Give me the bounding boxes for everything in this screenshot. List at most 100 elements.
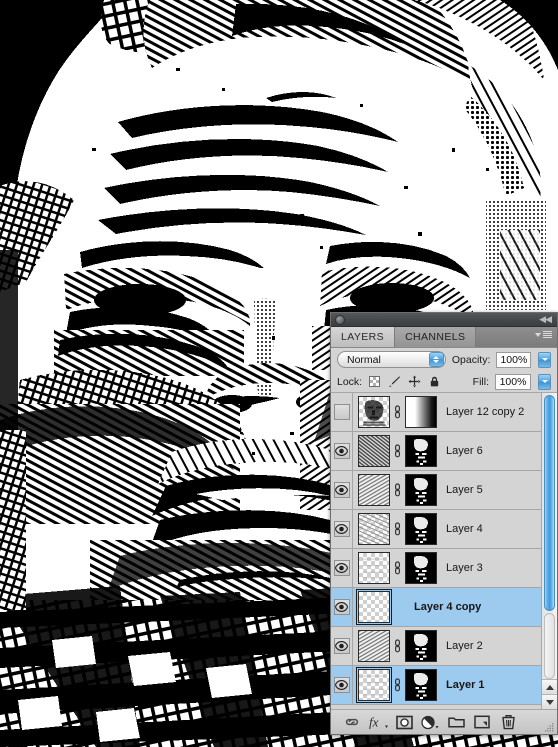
- layer-row[interactable]: Layer 6: [331, 431, 541, 471]
- layer-mask-link-icon[interactable]: [390, 444, 405, 458]
- layer-name[interactable]: Layer 4 copy: [405, 601, 541, 613]
- layer-mask-link-icon[interactable]: [390, 561, 405, 575]
- lock-all-icon[interactable]: [428, 375, 441, 388]
- layer-thumbnail-cell[interactable]: [353, 667, 392, 703]
- layer-list[interactable]: Layer 12 copy 2 Layer 6 Layer 5 Layer 4 Laye…: [331, 393, 557, 710]
- layer-mask-cell[interactable]: [405, 552, 437, 584]
- panel-resize-grip[interactable]: [545, 723, 554, 732]
- layer-thumbnail[interactable]: [358, 630, 390, 662]
- eye-icon[interactable]: [333, 404, 350, 420]
- layer-thumbnail[interactable]: [358, 435, 390, 467]
- eye-icon[interactable]: [333, 638, 350, 654]
- eye-icon[interactable]: [333, 482, 350, 498]
- layer-row[interactable]: Layer 4 copy: [331, 587, 541, 627]
- layer-visibility-toggle[interactable]: [331, 393, 353, 432]
- lock-buttons-group[interactable]: [368, 375, 441, 388]
- layer-thumbnail-cell[interactable]: [353, 435, 390, 467]
- layer-thumbnail-cell[interactable]: [353, 589, 392, 625]
- layer-name[interactable]: Layer 2: [437, 640, 541, 652]
- layer-mask-link-icon[interactable]: [390, 522, 405, 536]
- layer-row[interactable]: Layer 1: [331, 665, 541, 705]
- layer-mask-cell[interactable]: [405, 474, 437, 506]
- layer-thumbnail-cell[interactable]: [353, 396, 390, 428]
- collapse-chevrons-icon[interactable]: ◀◀: [539, 315, 552, 324]
- layer-row[interactable]: Layer 5: [331, 470, 541, 510]
- layer-row[interactable]: Layer 3: [331, 548, 541, 588]
- layers-panel[interactable]: ◀◀ LAYERS CHANNELS Normal Opacity: 100%: [330, 312, 558, 735]
- scroll-down-button[interactable]: [542, 694, 557, 709]
- layer-thumbnail[interactable]: [358, 396, 390, 428]
- eye-icon[interactable]: [333, 521, 350, 537]
- layer-mask-thumbnail[interactable]: [405, 513, 437, 545]
- eye-icon[interactable]: [333, 443, 350, 459]
- blend-mode-stepper-icon[interactable]: [428, 352, 444, 367]
- scrollbar-arrows[interactable]: [542, 679, 557, 709]
- layer-mask-cell[interactable]: [405, 435, 437, 467]
- layer-thumbnail-cell[interactable]: [353, 552, 390, 584]
- layer-mask-cell[interactable]: [405, 513, 437, 545]
- new-group-button[interactable]: [443, 711, 469, 733]
- layer-thumbnail[interactable]: [358, 474, 390, 506]
- layer-mask-link-icon[interactable]: [390, 678, 405, 692]
- delete-layer-button[interactable]: [495, 711, 521, 733]
- layers-panel-footer[interactable]: fx: [331, 710, 557, 734]
- layer-mask-link-icon[interactable]: [390, 639, 405, 653]
- link-layers-button[interactable]: [339, 711, 365, 733]
- panel-dot-icon[interactable]: [335, 315, 345, 325]
- layer-style-button[interactable]: fx: [365, 711, 391, 733]
- tab-channels[interactable]: CHANNELS: [395, 327, 477, 347]
- eye-icon[interactable]: [333, 677, 350, 693]
- scrollbar-thumb[interactable]: [544, 395, 555, 611]
- blend-mode-row[interactable]: Normal Opacity: 100%: [331, 348, 557, 371]
- layer-name[interactable]: Layer 3: [437, 562, 541, 574]
- layer-thumbnail-cell[interactable]: [353, 630, 390, 662]
- layer-visibility-toggle[interactable]: [331, 587, 353, 627]
- scroll-up-button[interactable]: [542, 679, 557, 694]
- lock-row[interactable]: Lock: Fill: 100%: [331, 371, 557, 393]
- layer-mask-thumbnail[interactable]: [405, 669, 437, 701]
- layer-visibility-toggle[interactable]: [331, 665, 353, 705]
- layer-mask-thumbnail[interactable]: [405, 630, 437, 662]
- fill-input[interactable]: 100%: [495, 373, 531, 390]
- panel-tab-strip[interactable]: LAYERS CHANNELS: [331, 327, 557, 348]
- layer-row[interactable]: Layer 12 copy 2: [331, 393, 541, 432]
- layer-thumbnail-cell[interactable]: [353, 513, 390, 545]
- layer-mask-cell[interactable]: [405, 630, 437, 662]
- layer-name[interactable]: Layer 5: [437, 484, 541, 496]
- eye-icon[interactable]: [333, 560, 350, 576]
- layer-mask-link-icon[interactable]: [390, 483, 405, 497]
- lock-position-icon[interactable]: [408, 375, 421, 388]
- new-adjustment-layer-button[interactable]: [417, 711, 443, 733]
- layer-mask-thumbnail[interactable]: [405, 474, 437, 506]
- opacity-dropdown-icon[interactable]: [538, 351, 551, 368]
- layer-name[interactable]: Layer 4: [437, 523, 541, 535]
- layer-thumbnail-cell[interactable]: [353, 474, 390, 506]
- layer-visibility-toggle[interactable]: [331, 626, 353, 666]
- layer-visibility-toggle[interactable]: [331, 431, 353, 471]
- layer-visibility-toggle[interactable]: [331, 548, 353, 588]
- panel-titlebar[interactable]: ◀◀: [331, 313, 557, 327]
- layer-visibility-toggle[interactable]: [331, 509, 353, 549]
- layer-mask-thumbnail[interactable]: [405, 435, 437, 467]
- layer-row[interactable]: Layer 4: [331, 509, 541, 549]
- layer-mask-thumbnail[interactable]: [405, 396, 437, 428]
- add-layer-mask-button[interactable]: [391, 711, 417, 733]
- layer-name[interactable]: Layer 12 copy 2: [437, 406, 541, 418]
- layer-thumbnail[interactable]: [356, 667, 392, 703]
- scrollbar-track[interactable]: [544, 613, 555, 679]
- layer-visibility-toggle[interactable]: [331, 470, 353, 510]
- layer-mask-cell[interactable]: [405, 396, 437, 428]
- layer-name[interactable]: Layer 6: [437, 445, 541, 457]
- opacity-input[interactable]: 100%: [496, 351, 532, 368]
- blend-mode-select[interactable]: Normal: [337, 351, 446, 368]
- layer-thumbnail[interactable]: [358, 513, 390, 545]
- tab-layers[interactable]: LAYERS: [331, 327, 396, 347]
- lock-image-pixels-icon[interactable]: [388, 375, 401, 388]
- fill-dropdown-icon[interactable]: [538, 373, 551, 390]
- layer-mask-link-icon[interactable]: [390, 405, 405, 419]
- layer-mask-thumbnail[interactable]: [405, 552, 437, 584]
- layer-list-scrollbar[interactable]: [541, 393, 557, 709]
- panel-menu-icon[interactable]: [535, 331, 552, 338]
- layer-name[interactable]: Layer 1: [437, 679, 541, 691]
- layer-row[interactable]: Layer 2: [331, 626, 541, 666]
